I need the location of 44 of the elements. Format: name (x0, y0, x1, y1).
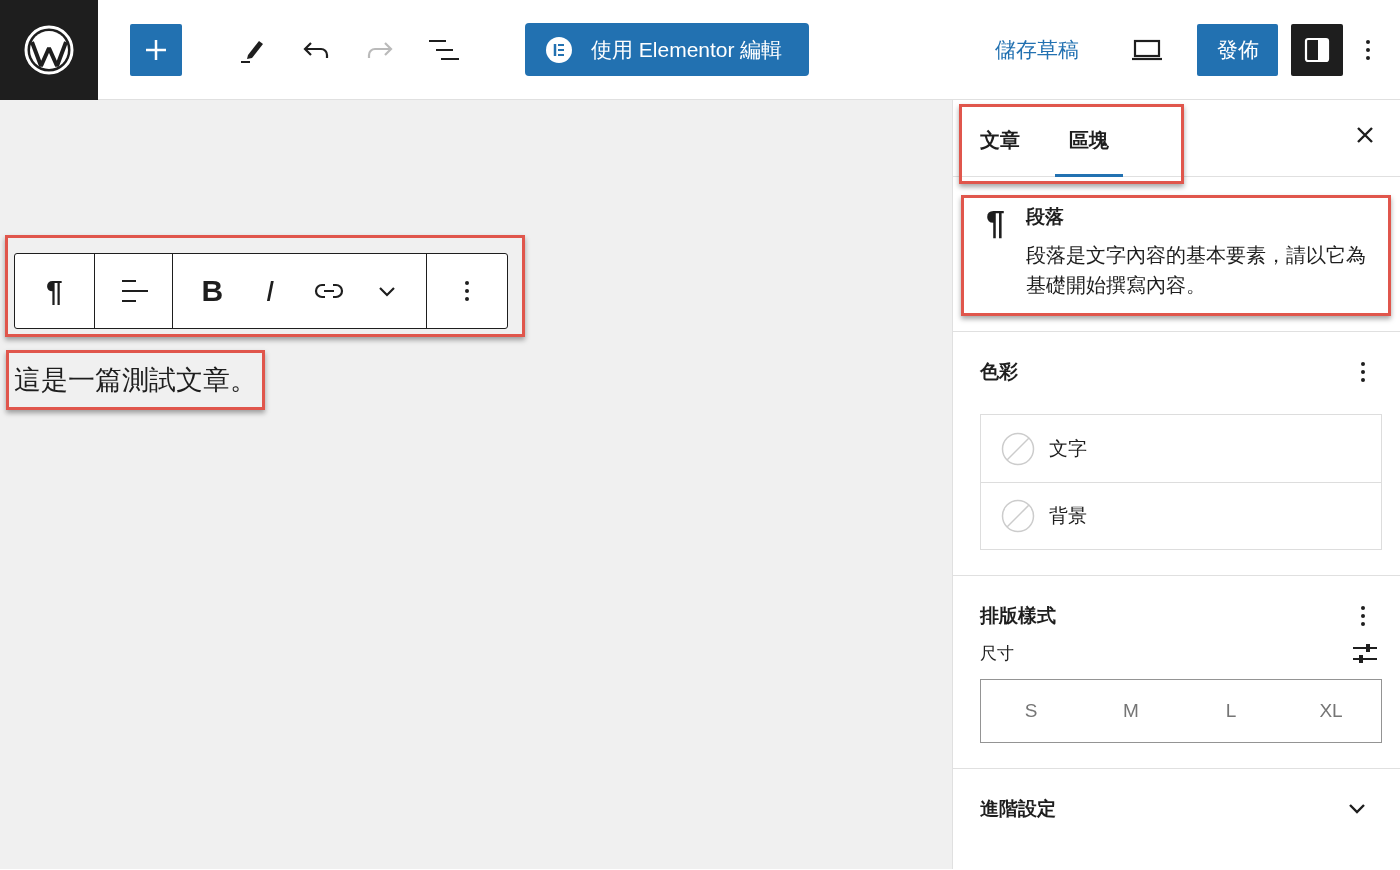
advanced-panel-toggle[interactable]: 進階設定 (980, 769, 1382, 849)
color-option[interactable]: 背景 (981, 482, 1381, 549)
italic-button[interactable]: I (255, 271, 285, 311)
link-icon (312, 281, 345, 301)
redo-icon (366, 39, 394, 60)
undo-icon (302, 39, 330, 60)
plus-icon (144, 37, 168, 62)
save-draft-button[interactable]: 儲存草稿 (995, 35, 1079, 64)
block-title: 段落 (1026, 205, 1065, 229)
list-view-icon (428, 38, 460, 61)
publish-button[interactable]: 發佈 (1197, 23, 1278, 76)
block-description: 段落是文字內容的基本要素，請以它為基礎開始撰寫內容。 (1026, 243, 1366, 298)
close-icon (1356, 126, 1374, 144)
panel-title: 排版樣式 (980, 604, 1056, 628)
panel-options-button[interactable] (1360, 605, 1366, 627)
sidebar-icon (1304, 36, 1330, 63)
size-label: 尺寸 (980, 643, 1014, 665)
paragraph-text[interactable]: 這是一篇測試文章。 (14, 359, 257, 401)
elementor-icon (545, 35, 573, 64)
color-option-label: 文字 (1049, 436, 1087, 461)
color-option-label: 背景 (1049, 504, 1087, 528)
laptop-icon (1131, 38, 1163, 61)
bold-button[interactable]: B (197, 271, 228, 311)
paragraph-icon: ¶ (986, 204, 1010, 313)
logo-icon[interactable] (23, 23, 75, 76)
no-color-icon (1001, 499, 1035, 533)
chevron-down-icon (378, 285, 397, 297)
edit-with-elementor-button[interactable]: 使用 Elementor 編輯 (525, 23, 809, 76)
no-color-icon (1001, 431, 1035, 466)
color-option[interactable]: 文字 (981, 415, 1381, 482)
block-type-button[interactable]: ¶ (39, 271, 70, 311)
sidebar-tab[interactable]: 文章 (966, 107, 1034, 177)
more-icon[interactable] (464, 280, 471, 302)
panel-title: 色彩 (980, 360, 1018, 384)
chevron-down-icon (1348, 803, 1366, 815)
sliders-icon (1352, 642, 1378, 665)
align-icon (119, 279, 148, 303)
options-button[interactable] (1365, 38, 1371, 61)
close-button[interactable] (1356, 126, 1374, 144)
sidebar-tab[interactable]: 區塊 (1055, 107, 1123, 177)
settings-toggle-button[interactable] (1291, 23, 1343, 76)
custom-size-button[interactable] (1352, 642, 1378, 665)
panel-options-button[interactable] (1360, 361, 1366, 383)
add-block-button[interactable] (130, 23, 182, 76)
